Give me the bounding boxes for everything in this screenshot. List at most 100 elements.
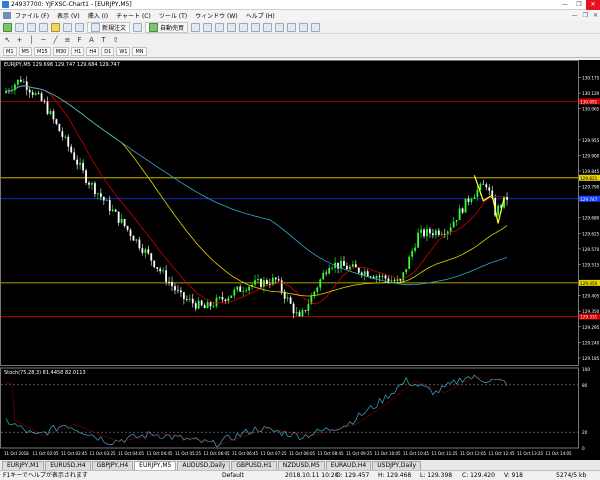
candle-body bbox=[292, 303, 295, 314]
mdi-controls: — ❐ ✕ bbox=[572, 12, 598, 19]
autoscroll-icon[interactable] bbox=[263, 22, 273, 32]
candle-body bbox=[357, 267, 360, 273]
metaeditor-icon[interactable] bbox=[133, 22, 143, 32]
chart-tab[interactable]: AUDUSD,Daily bbox=[177, 461, 231, 470]
chart-tab[interactable]: NZDUSD,M5 bbox=[277, 461, 325, 470]
timeframe-d1[interactable]: D1 bbox=[101, 47, 115, 56]
new-chart-icon[interactable] bbox=[3, 22, 12, 32]
navigator-icon[interactable] bbox=[51, 22, 60, 32]
periods-icon[interactable] bbox=[299, 22, 309, 32]
terminal-icon[interactable] bbox=[63, 22, 72, 32]
label-icon[interactable]: T bbox=[99, 36, 108, 45]
strategy-tester-icon[interactable] bbox=[75, 22, 84, 32]
crosshair-icon[interactable]: + bbox=[15, 36, 24, 45]
candle-body bbox=[123, 219, 126, 227]
chart-tab[interactable]: EURAUD,H4 bbox=[325, 461, 372, 470]
candle-body bbox=[67, 136, 70, 147]
chart-window-icon[interactable] bbox=[3, 12, 11, 19]
close-button[interactable]: ✕ bbox=[586, 0, 600, 10]
vertical-line-icon[interactable]: │ bbox=[27, 36, 36, 45]
candle-body bbox=[76, 159, 79, 165]
menu-tools[interactable]: ツール (T) bbox=[159, 11, 187, 20]
mdi-minimize-button[interactable]: — bbox=[572, 12, 578, 19]
arrows-icon[interactable]: ⇧ bbox=[111, 36, 120, 45]
price-chart[interactable]: EURJPY,M5 129.698 129.747 129.684 129.74… bbox=[0, 60, 600, 460]
candle-body bbox=[331, 267, 334, 269]
chart-tab[interactable]: GBPJPY,H4 bbox=[91, 461, 134, 470]
status-close: C: 129.420 bbox=[462, 472, 495, 479]
new-order-button[interactable]: 新規注文 bbox=[87, 21, 131, 33]
timeframe-m15[interactable]: M15 bbox=[34, 47, 51, 56]
candle-body bbox=[458, 208, 461, 220]
auto-trading-button[interactable]: 自動売買 bbox=[145, 21, 189, 33]
menu-insert[interactable]: 挿入 (I) bbox=[88, 11, 108, 20]
candle-body bbox=[328, 267, 331, 274]
candle-body bbox=[497, 205, 500, 216]
timeframe-m1[interactable]: M1 bbox=[3, 47, 17, 56]
fibonacci-icon[interactable]: F bbox=[75, 36, 84, 45]
price-label: 129.350 bbox=[582, 309, 600, 314]
zoom-out-icon[interactable] bbox=[239, 22, 249, 32]
candle-body bbox=[230, 295, 233, 298]
mdi-close-button[interactable]: ✕ bbox=[593, 12, 598, 19]
trendline-icon[interactable]: ╱ bbox=[51, 36, 60, 45]
chart-shift-icon[interactable] bbox=[275, 22, 285, 32]
chart-tab[interactable]: EURJPY,M5 bbox=[134, 461, 177, 470]
timeframe-h1[interactable]: H1 bbox=[71, 47, 85, 56]
menu-chart[interactable]: チャート (C) bbox=[116, 11, 151, 20]
data-window-icon[interactable] bbox=[39, 22, 48, 32]
timeframe-mn[interactable]: MN bbox=[132, 47, 147, 56]
chart-window[interactable]: EURJPY,M5 129.698 129.747 129.684 129.74… bbox=[0, 60, 600, 460]
templates-icon[interactable] bbox=[311, 22, 321, 32]
candle-body bbox=[34, 93, 37, 95]
timeframe-m5[interactable]: M5 bbox=[18, 47, 32, 56]
time-label: 11 Oct 11:25 bbox=[432, 451, 459, 456]
timeframe-w1[interactable]: W1 bbox=[116, 47, 131, 56]
zoom-in-icon[interactable] bbox=[227, 22, 237, 32]
chart-tab[interactable]: GBPUSD,H1 bbox=[231, 461, 277, 470]
menu-view[interactable]: 表示 (V) bbox=[57, 11, 80, 20]
window-title: 24937700: YJFXSC-Chart1 - [EURJPY,M5] bbox=[11, 1, 132, 8]
title-bar: 24937700: YJFXSC-Chart1 - [EURJPY,M5] — … bbox=[0, 0, 600, 10]
candle-body bbox=[215, 297, 218, 307]
candle-body bbox=[375, 276, 378, 279]
chart-tab[interactable]: EURJPY,M1 bbox=[2, 461, 45, 470]
chart-tab[interactable]: EURUSD,H4 bbox=[45, 461, 91, 470]
candle-body bbox=[245, 290, 248, 292]
oscillator-label: 100 bbox=[582, 367, 590, 372]
candle-body bbox=[224, 299, 227, 302]
timeframe-h4[interactable]: H4 bbox=[86, 47, 100, 56]
minimize-button[interactable]: — bbox=[558, 0, 572, 10]
time-label: 11 Oct 06:45 bbox=[232, 451, 259, 456]
price-label: 129.405 bbox=[582, 294, 600, 299]
chart-tab[interactable]: USDJPY,Daily bbox=[372, 461, 422, 470]
candle-body bbox=[194, 303, 197, 309]
candlestick-icon[interactable] bbox=[203, 22, 213, 32]
status-traffic: 5274/5 kb bbox=[556, 472, 587, 479]
price-label: 129.900 bbox=[582, 153, 600, 158]
restore-button[interactable]: ❐ bbox=[572, 0, 586, 10]
menu-file[interactable]: ファイル (F) bbox=[15, 11, 49, 20]
price-label: 129.185 bbox=[582, 356, 600, 361]
profiles-icon[interactable] bbox=[15, 22, 24, 32]
bar-chart-icon[interactable] bbox=[191, 22, 201, 32]
indicators-icon[interactable] bbox=[287, 22, 297, 32]
line-chart-icon[interactable] bbox=[215, 22, 225, 32]
time-label: 11 Oct 06:05 bbox=[204, 451, 231, 456]
candle-body bbox=[185, 299, 188, 300]
tile-windows-icon[interactable] bbox=[251, 22, 261, 32]
timeframe-m30[interactable]: M30 bbox=[52, 47, 70, 56]
mdi-restore-button[interactable]: ❐ bbox=[583, 12, 588, 19]
candle-body bbox=[455, 219, 458, 222]
time-label: 11 Oct 03:25 bbox=[90, 451, 117, 456]
text-icon[interactable]: A bbox=[87, 36, 96, 45]
horizontal-line-icon[interactable]: ─ bbox=[39, 36, 48, 45]
cursor-icon[interactable]: ↖ bbox=[3, 36, 12, 45]
channel-icon[interactable]: ≡ bbox=[63, 36, 72, 45]
menu-help[interactable]: ヘルプ (H) bbox=[246, 11, 275, 20]
market-watch-icon[interactable] bbox=[27, 22, 36, 32]
candle-body bbox=[277, 279, 280, 281]
time-label: 11 Oct 07:25 bbox=[261, 451, 288, 456]
menu-window[interactable]: ウィンドウ (W) bbox=[195, 11, 238, 20]
time-label: 11 Oct 10:05 bbox=[375, 451, 402, 456]
